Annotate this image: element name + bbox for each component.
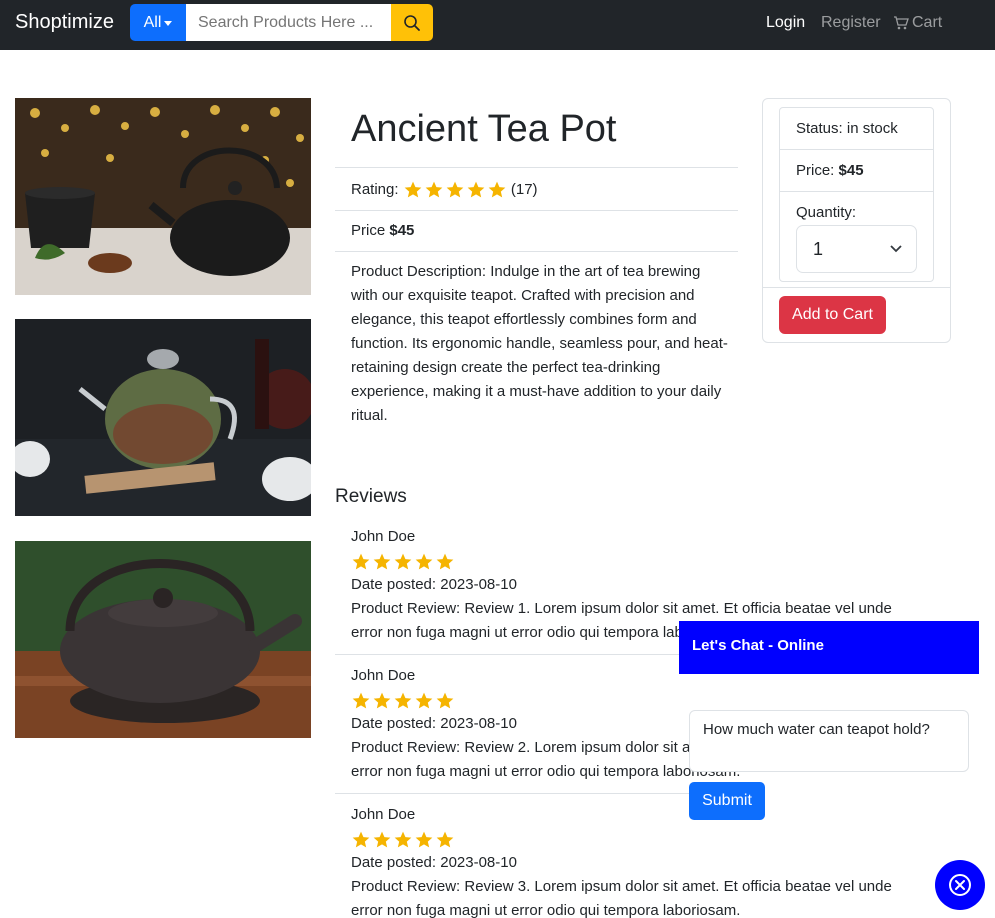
- search-icon: [404, 14, 420, 31]
- star-icon: [488, 181, 506, 198]
- chat-message-input[interactable]: How much water can teapot hold?: [689, 710, 969, 772]
- review-stars: [351, 552, 931, 572]
- card-price: Price: $45: [780, 150, 933, 192]
- add-to-cart-button[interactable]: Add to Cart: [779, 296, 886, 334]
- cart-info-list: Status: in stock Price: $45 Quantity: 1: [779, 107, 934, 282]
- divider: [762, 287, 951, 288]
- star-icon: [394, 692, 412, 709]
- quantity-value: 1: [813, 238, 824, 259]
- chat-header[interactable]: Let's Chat - Online: [679, 621, 979, 674]
- navbar: Shoptimize All Login Register Cart: [0, 0, 995, 50]
- divider: [335, 793, 738, 794]
- reviews-heading: Reviews: [335, 486, 407, 507]
- star-icon: [415, 692, 433, 709]
- rating-label: Rating:: [351, 180, 399, 198]
- product-title: Ancient Tea Pot: [351, 108, 617, 150]
- product-image-2[interactable]: [15, 319, 311, 516]
- product-image-3[interactable]: [15, 541, 311, 738]
- review-stars: [351, 691, 931, 711]
- search-input[interactable]: [186, 4, 391, 41]
- quantity-select[interactable]: 1: [796, 225, 917, 273]
- category-label: All: [143, 13, 162, 31]
- nav-login-link[interactable]: Login: [766, 14, 805, 32]
- review-text-line: error non fuga magni ut error odio qui t…: [351, 902, 741, 918]
- chat-close-button[interactable]: [935, 860, 985, 910]
- star-icon: [425, 181, 443, 198]
- star-icon: [373, 831, 391, 848]
- caret-down-icon: [164, 21, 173, 26]
- star-icon: [373, 553, 391, 570]
- quantity-label: Quantity:: [796, 204, 857, 221]
- product-description: Product Description: Indulge in the art …: [351, 263, 728, 424]
- divider: [335, 210, 738, 211]
- star-icon: [415, 553, 433, 570]
- divider: [335, 654, 738, 655]
- divider: [335, 251, 738, 252]
- brand-logo[interactable]: Shoptimize: [15, 11, 114, 34]
- rating-stars: [403, 180, 507, 200]
- review-text-line: Product Review: Review 1. Lorem ipsum do…: [351, 600, 892, 617]
- review-stars: [351, 830, 931, 850]
- quantity-row: Quantity: 1: [780, 192, 933, 281]
- price-label: Price: [351, 222, 386, 239]
- category-dropdown[interactable]: All: [130, 4, 186, 41]
- review-item: John Doe Date posted: 2023-08-10 Product…: [351, 803, 931, 918]
- close-icon: [949, 874, 971, 896]
- search-button[interactable]: [391, 4, 433, 41]
- chevron-down-icon: [890, 245, 902, 253]
- cart-icon: [894, 16, 909, 30]
- nav-register-link[interactable]: Register: [821, 14, 881, 32]
- star-icon: [394, 831, 412, 848]
- price-row: Price $45: [351, 222, 414, 239]
- review-date: Date posted: 2023-08-10: [351, 576, 517, 593]
- star-icon: [467, 181, 485, 198]
- star-icon: [394, 553, 412, 570]
- product-image-1[interactable]: [15, 98, 311, 295]
- review-text-line: Product Review: Review 3. Lorem ipsum do…: [351, 878, 892, 895]
- star-icon: [436, 692, 454, 709]
- search-bar: All: [130, 4, 433, 41]
- card-price-label: Price:: [796, 162, 835, 179]
- star-icon: [352, 831, 370, 848]
- divider: [335, 167, 738, 168]
- reviewer-name: John Doe: [351, 528, 416, 545]
- price-value: $45: [389, 222, 415, 239]
- rating-count: (17): [510, 180, 538, 198]
- star-icon: [415, 831, 433, 848]
- stock-status: Status: in stock: [780, 108, 933, 150]
- reviewer-name: John Doe: [351, 806, 416, 823]
- star-icon: [352, 692, 370, 709]
- chat-submit-button[interactable]: Submit: [689, 782, 765, 820]
- star-icon: [373, 692, 391, 709]
- star-icon: [352, 553, 370, 570]
- star-icon: [446, 181, 464, 198]
- review-date: Date posted: 2023-08-10: [351, 854, 517, 871]
- nav-cart-link[interactable]: Cart: [893, 14, 942, 32]
- cart-label: Cart: [912, 14, 943, 31]
- card-price-value: $45: [838, 162, 864, 179]
- star-icon: [436, 553, 454, 570]
- rating-row: Rating: (17): [351, 180, 538, 200]
- star-icon: [436, 831, 454, 848]
- star-icon: [404, 181, 422, 198]
